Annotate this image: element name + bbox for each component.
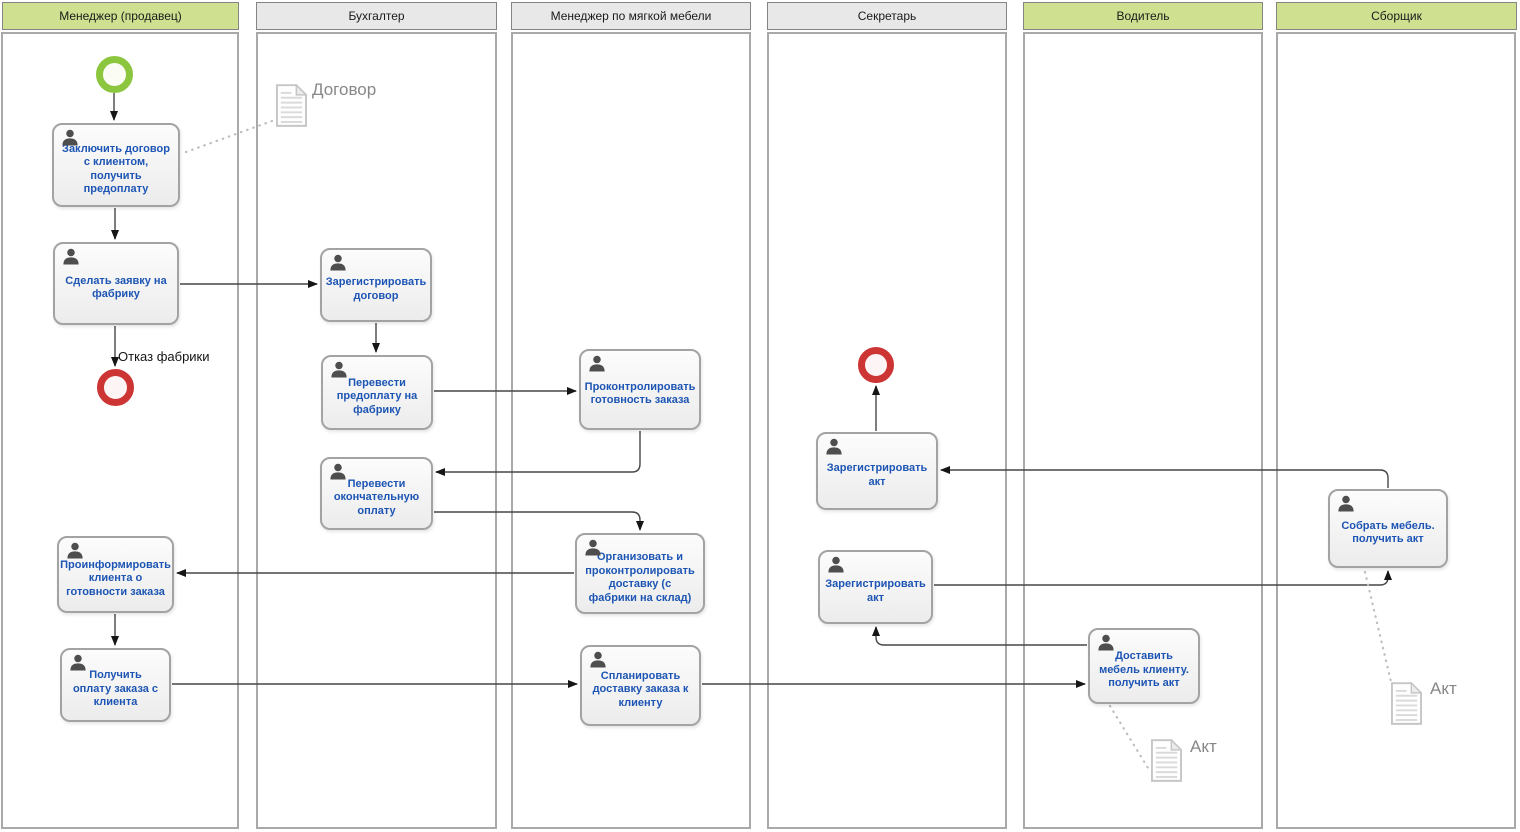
- person-icon: [584, 539, 602, 556]
- edge-label-factory-refusal: Отказ фабрики: [118, 349, 210, 364]
- lane-body-driver: [1023, 32, 1263, 829]
- lane-title: Бухгалтер: [348, 9, 404, 23]
- person-icon: [329, 254, 347, 271]
- task-label: Проинформировать клиента о готовности за…: [60, 559, 171, 600]
- document-icon: [276, 84, 307, 127]
- person-icon: [329, 463, 347, 480]
- task-label: Собрать мебель. получить акт: [1337, 520, 1439, 547]
- task-label: Перевести окончательную оплату: [329, 478, 424, 519]
- task-transfer-final-payment[interactable]: Перевести окончательную оплату: [320, 457, 433, 530]
- document-icon: [1391, 682, 1422, 725]
- lane-header-assembler: Сборщик: [1276, 2, 1517, 30]
- person-icon: [827, 556, 845, 573]
- lane-header-manager-seller: Менеджер (продавец): [2, 2, 239, 30]
- task-control-order-readiness[interactable]: Проконтролировать готовность заказа: [579, 349, 701, 430]
- task-label: Зарегистрировать акт: [825, 578, 926, 605]
- lane-title: Менеджер по мягкой мебели: [551, 9, 712, 23]
- start-event[interactable]: [96, 56, 133, 93]
- task-label: Получить оплату заказа с клиента: [69, 669, 162, 710]
- end-event-factory-refusal[interactable]: [97, 369, 134, 406]
- document-label-act-driver: Акт: [1190, 737, 1217, 757]
- task-label: Заключить договор с клиентом, получить п…: [61, 143, 171, 197]
- person-icon: [62, 248, 80, 265]
- task-label: Спланировать доставку заказа к клиенту: [589, 670, 692, 711]
- person-icon: [825, 438, 843, 455]
- task-receive-payment[interactable]: Получить оплату заказа с клиента: [60, 648, 171, 722]
- task-register-act-2[interactable]: Зарегистрировать акт: [818, 550, 933, 624]
- document-label-act-assembler: Акт: [1430, 679, 1457, 699]
- lane-title: Секретарь: [858, 9, 917, 23]
- task-label: Перевести предоплату на фабрику: [330, 377, 424, 418]
- person-icon: [1337, 495, 1355, 512]
- lane-title: Менеджер (продавец): [59, 9, 182, 23]
- task-make-factory-request[interactable]: Сделать заявку на фабрику: [53, 242, 179, 325]
- task-transfer-prepayment[interactable]: Перевести предоплату на фабрику: [321, 355, 433, 430]
- lane-title: Сборщик: [1371, 9, 1422, 23]
- person-icon: [588, 355, 606, 372]
- task-label: Зарегистрировать договор: [326, 276, 427, 303]
- task-register-act-1[interactable]: Зарегистрировать акт: [816, 432, 938, 510]
- task-label: Организовать и проконтролировать доставк…: [584, 551, 696, 605]
- bpmn-diagram: Менеджер (продавец) Бухгалтер Менеджер п…: [0, 0, 1520, 832]
- document-icon: [1151, 739, 1182, 782]
- task-assemble-furniture[interactable]: Собрать мебель. получить акт: [1328, 489, 1448, 568]
- task-inform-client-ready[interactable]: Проинформировать клиента о готовности за…: [57, 536, 174, 613]
- person-icon: [61, 129, 79, 146]
- task-label: Зарегистрировать акт: [825, 462, 929, 489]
- task-label: Сделать заявку на фабрику: [62, 275, 170, 302]
- person-icon: [69, 654, 87, 671]
- lane-title: Водитель: [1116, 9, 1169, 23]
- document-act-driver[interactable]: [1151, 739, 1182, 787]
- person-icon: [330, 361, 348, 378]
- lane-header-secretary: Секретарь: [767, 2, 1007, 30]
- task-deliver-furniture[interactable]: Доставить мебель клиенту. получить акт: [1088, 628, 1200, 704]
- document-label-contract: Договор: [312, 80, 376, 100]
- task-label: Проконтролировать готовность заказа: [585, 381, 696, 408]
- lane-body-accountant: [256, 32, 497, 829]
- document-contract[interactable]: [276, 84, 307, 132]
- task-register-contract[interactable]: Зарегистрировать договор: [320, 248, 432, 322]
- task-organize-delivery-to-warehouse[interactable]: Организовать и проконтролировать доставк…: [575, 533, 705, 614]
- task-plan-delivery-to-client[interactable]: Спланировать доставку заказа к клиенту: [580, 645, 701, 726]
- person-icon: [66, 542, 84, 559]
- lane-header-driver: Водитель: [1023, 2, 1263, 30]
- person-icon: [1097, 634, 1115, 651]
- task-conclude-contract[interactable]: Заключить договор с клиентом, получить п…: [52, 123, 180, 207]
- document-act-assembler[interactable]: [1391, 682, 1422, 730]
- lane-header-accountant: Бухгалтер: [256, 2, 497, 30]
- lane-header-soft-furniture-manager: Менеджер по мягкой мебели: [511, 2, 751, 30]
- lane-body-secretary: [767, 32, 1007, 829]
- task-label: Доставить мебель клиенту. получить акт: [1097, 650, 1191, 691]
- end-event-final[interactable]: [858, 347, 894, 383]
- person-icon: [589, 651, 607, 668]
